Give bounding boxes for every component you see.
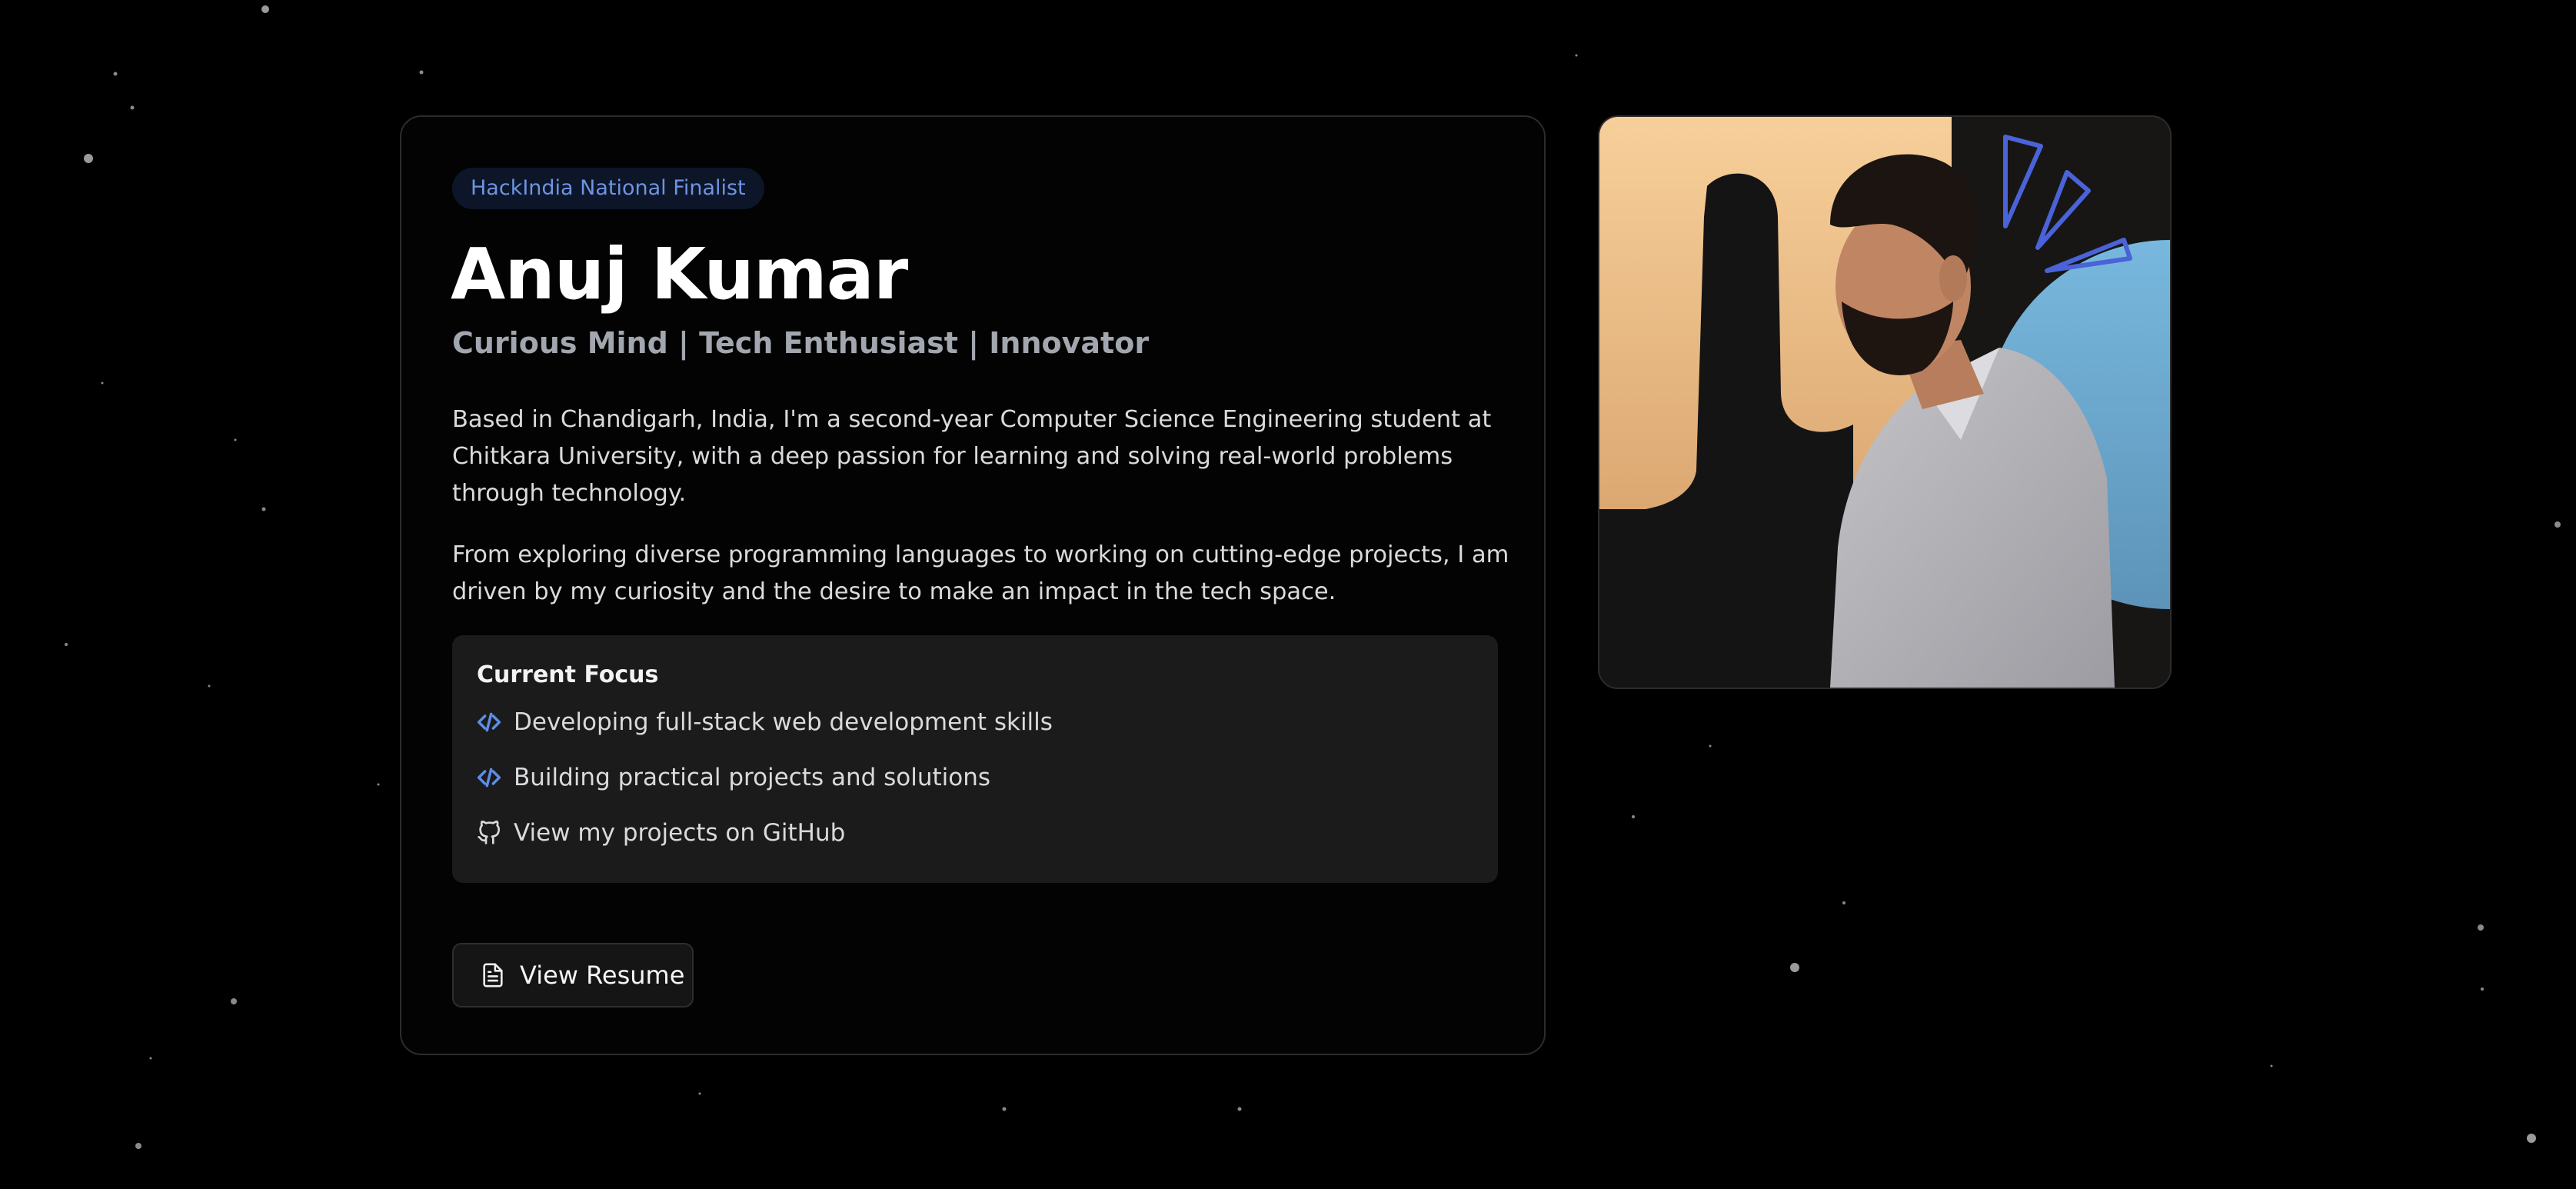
document-icon [480,961,506,989]
focus-item-projects: Building practical projects and solution… [477,758,990,797]
achievement-badge: HackIndia National Finalist [452,168,764,209]
code-icon [477,710,501,734]
github-icon [477,821,501,845]
current-focus-panel: Current Focus Developing full-stack web … [452,635,1498,883]
view-resume-label: View Resume [520,961,685,990]
focus-item-fullstack: Developing full-stack web development sk… [477,703,1053,741]
bio-paragraph-1: Based in Chandigarh, India, I'm a second… [452,406,1492,507]
focus-item-label: Developing full-stack web development sk… [514,708,1053,736]
portfolio-page: HackIndia National Finalist Anuj Kumar C… [0,0,2576,1189]
profile-card: HackIndia National Finalist Anuj Kumar C… [400,115,1546,1055]
profile-tagline: Curious Mind | Tech Enthusiast | Innovat… [452,326,1150,360]
focus-item-label: Building practical projects and solution… [514,764,991,791]
profile-name: Anuj Kumar [451,233,908,315]
bio-paragraph-2: From exploring diverse programming langu… [452,541,1509,605]
focus-title: Current Focus [477,661,659,688]
code-icon [477,765,501,790]
profile-photo [1598,115,2172,689]
github-link-label: View my projects on GitHub [514,819,846,847]
github-projects-link[interactable]: View my projects on GitHub [477,814,845,852]
view-resume-button[interactable]: View Resume [452,943,694,1007]
